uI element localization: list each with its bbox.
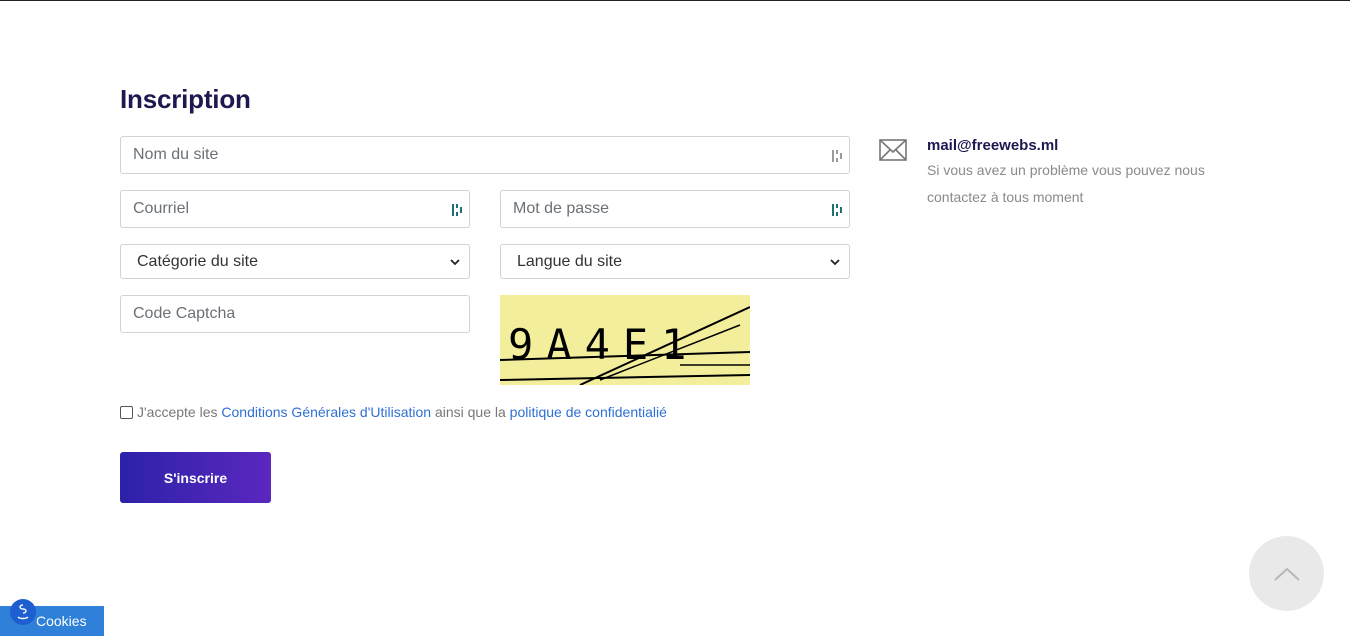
- cookies-button[interactable]: Cookies: [0, 599, 104, 636]
- password-manager-icon[interactable]: [831, 202, 843, 218]
- cookies-label: Cookies: [36, 613, 87, 629]
- password-manager-icon[interactable]: [831, 148, 843, 164]
- category-select[interactable]: Catégorie du site: [120, 244, 470, 279]
- terms-row: J'accepte les Conditions Générales d'Uti…: [120, 404, 667, 420]
- chevron-up-icon: [1273, 567, 1300, 581]
- cookie-icon: [10, 599, 36, 625]
- captcha-image: 9A4E1: [500, 295, 750, 385]
- site-name-input[interactable]: [121, 137, 849, 173]
- email-field: [120, 190, 470, 228]
- terms-link[interactable]: Conditions Générales d'Utilisation: [221, 404, 431, 420]
- contact-email: mail@freewebs.ml: [927, 137, 1059, 154]
- email-input[interactable]: [121, 191, 469, 227]
- captcha-graphic: 9A4E1: [500, 306, 750, 385]
- site-name-field: [120, 136, 850, 174]
- language-select[interactable]: Langue du site: [500, 244, 850, 279]
- terms-checkbox[interactable]: [120, 405, 133, 419]
- contact-description: Si vous avez un problème vous pouvez nou…: [927, 162, 1205, 205]
- scroll-to-top-button[interactable]: [1249, 536, 1324, 611]
- terms-middle: ainsi que la: [434, 404, 506, 420]
- password-input[interactable]: [501, 191, 849, 227]
- chevron-down-icon: [450, 259, 460, 266]
- password-manager-icon[interactable]: [451, 202, 463, 218]
- captcha-input[interactable]: [121, 296, 469, 332]
- captcha-field: [120, 295, 470, 333]
- privacy-policy-link[interactable]: politique de confidentialié: [510, 404, 667, 420]
- top-border: [0, 0, 1350, 1]
- submit-button[interactable]: S'inscrire: [120, 452, 271, 503]
- envelope-icon: [879, 139, 907, 161]
- password-field: [500, 190, 850, 228]
- language-select-value: Langue du site: [517, 252, 622, 270]
- page-title: Inscription: [120, 84, 251, 114]
- chevron-down-icon: [830, 259, 840, 266]
- category-select-value: Catégorie du site: [137, 252, 258, 270]
- captcha-text: 9A4E1: [508, 320, 699, 369]
- terms-prefix: J'accepte les: [137, 404, 218, 420]
